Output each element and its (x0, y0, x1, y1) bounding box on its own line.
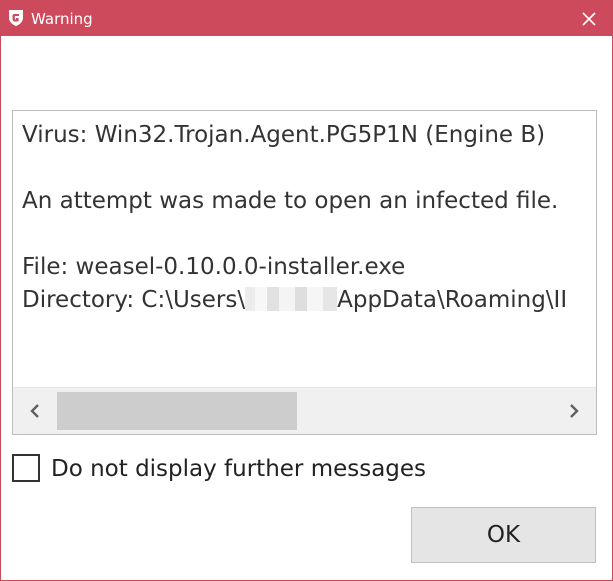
warning-dialog: Warning Virus: Win32.Trojan.Agent.PG5P1N… (0, 0, 613, 581)
dont-display-label[interactable]: Do not display further messages (51, 453, 426, 485)
directory-line: Directory: C:\Users\ AppData\Roaming\II (22, 284, 596, 317)
directory-prefix: Directory: C:\Users\ (22, 287, 246, 313)
directory-suffix: AppData\Roaming\II (337, 287, 568, 313)
scroll-right-button[interactable] (552, 388, 596, 434)
ok-button[interactable]: OK (411, 507, 596, 563)
scroll-left-button[interactable] (13, 388, 57, 434)
g-shield-logo-icon (7, 9, 25, 27)
dont-display-checkbox[interactable] (12, 454, 40, 482)
horizontal-scrollbar[interactable] (13, 387, 596, 434)
message-panel: Virus: Win32.Trojan.Agent.PG5P1N (Engine… (12, 110, 597, 435)
file-line: File: weasel-0.10.0.0-installer.exe (22, 254, 406, 280)
message-text: Virus: Win32.Trojan.Agent.PG5P1N (Engine… (22, 119, 596, 317)
window-title: Warning (31, 10, 93, 28)
close-icon (582, 12, 596, 26)
title-bar: Warning (1, 1, 612, 36)
close-button[interactable] (566, 1, 612, 36)
virus-name-line: Virus: Win32.Trojan.Agent.PG5P1N (Engine… (22, 122, 546, 148)
scroll-thumb[interactable] (57, 392, 297, 430)
redacted-username (245, 287, 338, 311)
attempt-line: An attempt was made to open an infected … (22, 188, 559, 214)
chevron-left-icon (30, 404, 39, 418)
chevron-right-icon (570, 404, 579, 418)
